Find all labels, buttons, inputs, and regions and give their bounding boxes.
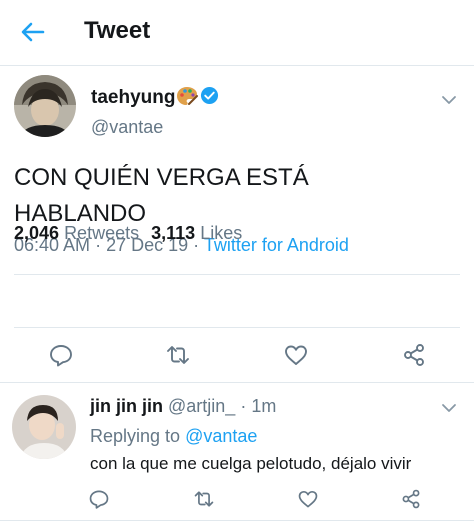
author-handle[interactable]: @vantae xyxy=(91,117,163,138)
chevron-down-icon[interactable] xyxy=(440,399,458,417)
like-icon[interactable] xyxy=(297,488,319,510)
divider xyxy=(14,274,460,275)
reply-author-name[interactable]: jin jin jin xyxy=(90,396,163,416)
replying-to-mention[interactable]: @vantae xyxy=(185,426,257,446)
verified-icon xyxy=(200,86,219,105)
likes-label: Likes xyxy=(200,223,243,243)
retweets-label: Retweets xyxy=(64,223,140,243)
arrow-left-icon[interactable] xyxy=(18,17,48,47)
author-name[interactable]: taehyung xyxy=(91,87,175,109)
separator-dot: · xyxy=(240,396,252,416)
avatar[interactable] xyxy=(14,75,76,137)
reply-author-handle[interactable]: @artjin_ xyxy=(168,396,235,416)
tweet-stats: 2,046 Retweets 3,113 Likes xyxy=(14,223,242,244)
like-icon[interactable] xyxy=(283,342,309,368)
divider xyxy=(0,520,474,521)
likes-stat[interactable]: 3,113 Likes xyxy=(151,223,242,243)
replying-to: Replying to @vantae xyxy=(90,426,257,447)
retweets-stat[interactable]: 2,046 Retweets xyxy=(14,223,139,243)
page-title: Tweet xyxy=(84,17,151,44)
share-icon[interactable] xyxy=(401,342,427,368)
replying-to-label: Replying to xyxy=(90,426,181,446)
reply-icon[interactable] xyxy=(48,342,74,368)
retweet-icon[interactable] xyxy=(193,488,215,510)
tweet-text: CON QUIÉN VERGA ESTÁ HABLANDO xyxy=(14,160,454,232)
avatar[interactable] xyxy=(12,395,76,459)
share-icon[interactable] xyxy=(400,488,422,510)
chevron-down-icon[interactable] xyxy=(440,91,458,109)
reply-icon[interactable] xyxy=(88,488,110,510)
divider xyxy=(0,382,474,383)
reply-header: jin jin jin @artjin_ · 1m xyxy=(90,396,276,417)
divider xyxy=(14,327,460,328)
retweet-icon[interactable] xyxy=(165,342,191,368)
palette-icon xyxy=(175,84,199,108)
top-bar: Tweet xyxy=(0,0,474,66)
reply-text: con la que me cuelga pelotudo, déjalo vi… xyxy=(90,454,412,473)
tweet-text-line: CON QUIÉN VERGA ESTÁ xyxy=(14,164,309,191)
reply-time: 1m xyxy=(251,396,277,416)
retweets-count: 2,046 xyxy=(14,223,60,243)
likes-count: 3,113 xyxy=(151,223,196,243)
